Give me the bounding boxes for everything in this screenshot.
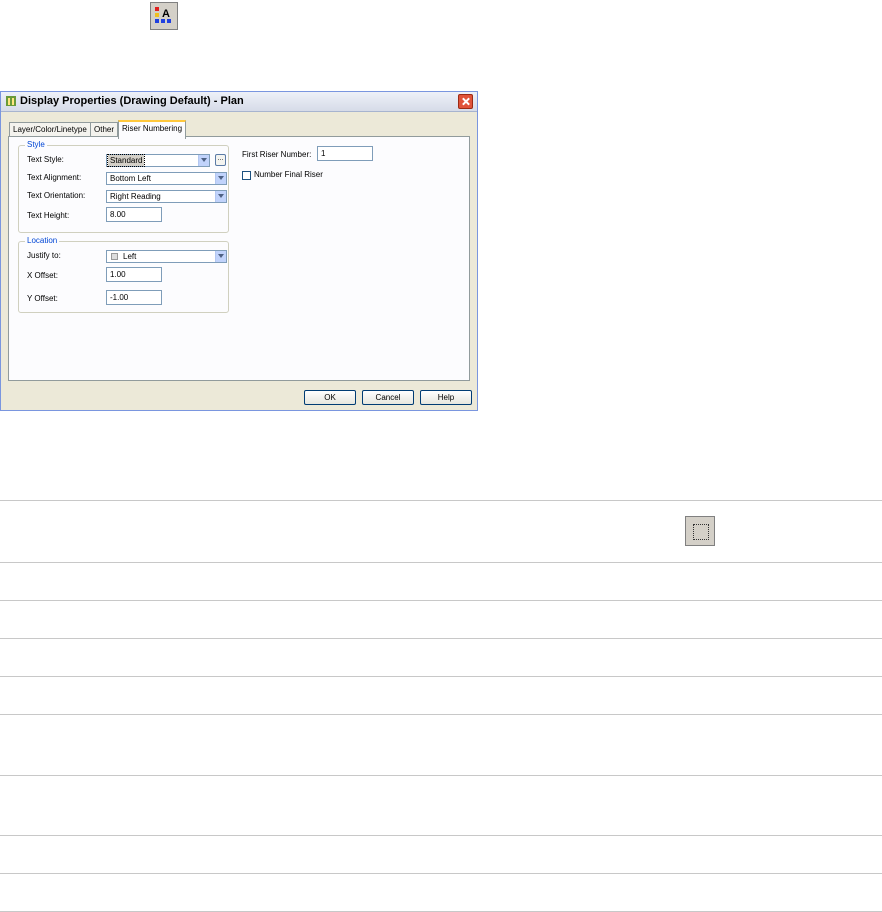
tab-other[interactable]: Other [90, 122, 119, 137]
text-height-value: 8.00 [110, 210, 126, 219]
svg-text:A: A [162, 8, 170, 20]
properties-icon [6, 96, 16, 106]
table-row-divider [0, 775, 882, 776]
style-group: Style Text Style: Standard ... Text Alig… [18, 140, 229, 233]
text-height-label: Text Height: [27, 211, 70, 220]
first-riser-number-label: First Riser Number: [242, 150, 312, 159]
cancel-button[interactable]: Cancel [362, 390, 414, 405]
justify-to-select[interactable]: Left [106, 250, 227, 263]
text-alignment-value: Bottom Left [110, 174, 151, 183]
tab-riser-numbering[interactable]: Riser Numbering [118, 120, 187, 139]
x-offset-input[interactable]: 1.00 [106, 267, 162, 282]
chevron-down-icon [215, 251, 226, 262]
y-offset-input[interactable]: -1.00 [106, 290, 162, 305]
x-offset-label: X Offset: [27, 271, 58, 280]
text-alignment-select[interactable]: Bottom Left [106, 172, 227, 185]
x-offset-value: 1.00 [110, 270, 126, 279]
first-riser-number-input[interactable]: 1 [317, 146, 373, 161]
chevron-down-icon [198, 155, 209, 166]
text-style-select[interactable]: Standard [106, 154, 210, 167]
tab-layer-color-linetype[interactable]: Layer/Color/Linetype [9, 122, 91, 137]
table-row-divider [0, 638, 882, 639]
text-alignment-label: Text Alignment: [27, 173, 82, 182]
text-height-input[interactable]: 8.00 [106, 207, 162, 222]
justify-to-label: Justify to: [27, 251, 61, 260]
riser-numbering-panel: Style Text Style: Standard ... Text Alig… [8, 136, 470, 381]
table-row-divider [0, 714, 882, 715]
chevron-down-icon [215, 173, 226, 184]
display-properties-dialog: Display Properties (Drawing Default) - P… [0, 91, 478, 411]
location-group: Location Justify to: Left X Offset: 1.00… [18, 236, 229, 313]
text-style-browse-button[interactable]: ... [215, 154, 226, 166]
close-button[interactable] [458, 94, 473, 109]
table-top-rule [0, 500, 882, 501]
text-orientation-value: Right Reading [110, 192, 161, 201]
help-button[interactable]: Help [420, 390, 472, 405]
justify-left-icon [111, 253, 118, 260]
chevron-down-icon [215, 191, 226, 202]
text-orientation-label: Text Orientation: [27, 191, 86, 200]
text-style-value: Standard [106, 154, 146, 167]
text-orientation-select[interactable]: Right Reading [106, 190, 227, 203]
y-offset-value: -1.00 [110, 293, 129, 302]
text-style-icon: A [150, 2, 178, 30]
number-final-riser-label: Number Final Riser [254, 170, 323, 179]
y-offset-label: Y Offset: [27, 294, 58, 303]
dotted-frame-icon [685, 516, 715, 546]
dialog-titlebar: Display Properties (Drawing Default) - P… [1, 92, 477, 112]
text-style-label: Text Style: [27, 155, 64, 164]
location-group-title: Location [25, 236, 60, 246]
dialog-title: Display Properties (Drawing Default) - P… [20, 95, 244, 107]
table-row-divider [0, 835, 882, 836]
table-row-divider [0, 676, 882, 677]
table-row-divider [0, 562, 882, 563]
first-riser-number-value: 1 [321, 149, 326, 158]
justify-to-value: Left [123, 252, 137, 261]
number-final-riser-checkbox[interactable] [242, 171, 251, 180]
style-group-title: Style [25, 140, 47, 150]
table-row-divider [0, 600, 882, 601]
table-row-divider [0, 873, 882, 874]
ok-button[interactable]: OK [304, 390, 356, 405]
